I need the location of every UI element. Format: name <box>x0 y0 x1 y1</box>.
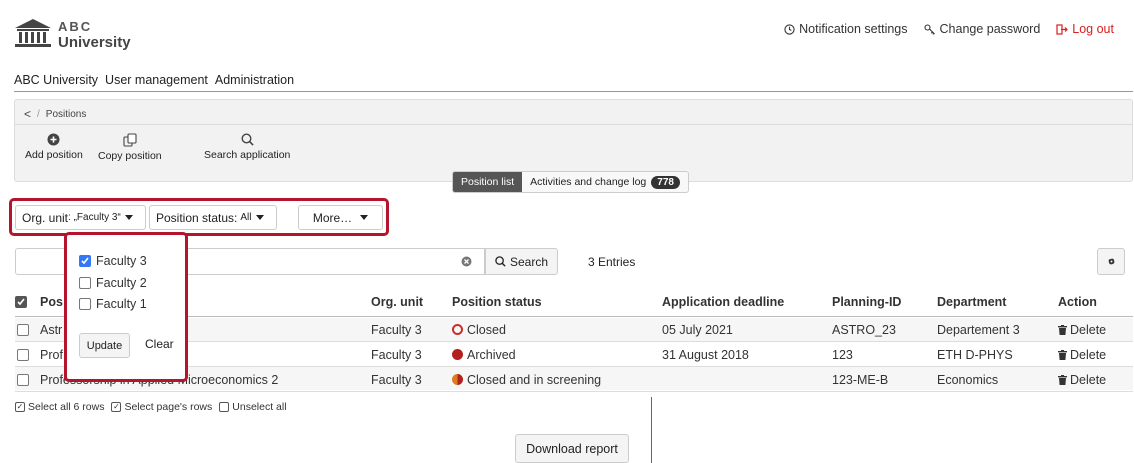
status-screening-icon <box>452 374 463 385</box>
checkbox-empty-icon <box>79 277 91 289</box>
activities-count-badge: 778 <box>651 175 680 189</box>
col-header-position[interactable]: Pos <box>40 295 63 309</box>
view-tabs: Position list Activities and change log … <box>452 171 689 193</box>
row-org-unit: Faculty 3 <box>371 323 422 337</box>
trash-icon <box>1058 375 1067 385</box>
nav-divider <box>14 91 1133 92</box>
gear-icon <box>1107 258 1115 265</box>
row-status: Archived <box>452 348 516 362</box>
row-department: Economics <box>937 373 999 387</box>
dropdown-option-faculty-1[interactable]: Faculty 1 <box>79 297 147 311</box>
key-icon <box>923 23 935 35</box>
top-links: Notification settings Change password Lo… <box>784 22 1114 36</box>
status-closed-icon <box>452 324 463 335</box>
change-password-link[interactable]: Change password <box>923 22 1040 36</box>
dropdown-option-faculty-3[interactable]: Faculty 3 <box>79 254 147 268</box>
status-archived-icon <box>452 349 463 360</box>
trash-icon <box>1058 350 1067 360</box>
tab-position-list[interactable]: Position list <box>453 172 523 192</box>
unselect-all-option[interactable]: Unselect all <box>219 401 287 413</box>
building-icon <box>15 19 51 47</box>
update-button[interactable]: Update <box>79 333 130 358</box>
vertical-guide-line <box>651 397 652 463</box>
plus-circle-icon <box>47 133 60 146</box>
search-icon <box>495 256 506 267</box>
col-header-department[interactable]: Department <box>937 295 1006 309</box>
clock-icon <box>784 23 795 35</box>
notification-settings-link[interactable]: Notification settings <box>784 22 908 36</box>
nav-abc-university[interactable]: ABC University <box>14 73 98 87</box>
download-report-button[interactable]: Download report <box>515 434 629 463</box>
row-planning-id: 123-ME-B <box>832 373 889 387</box>
select-page-rows-option[interactable]: ✓ Select page's rows <box>111 401 212 413</box>
col-header-status[interactable]: Position status <box>452 295 542 309</box>
row-org-unit: Faculty 3 <box>371 348 422 362</box>
delete-button[interactable]: Delete <box>1058 348 1106 362</box>
copy-position-button[interactable]: Copy position <box>98 133 162 162</box>
logo-line2: University <box>58 34 131 51</box>
row-deadline: 05 July 2021 <box>662 323 733 337</box>
university-logo: ABC University <box>14 12 154 58</box>
col-header-planning-id[interactable]: Planning-ID <box>832 295 901 309</box>
checked-box-icon: ✓ <box>111 402 122 412</box>
row-checkbox[interactable] <box>17 349 29 361</box>
nav-administration[interactable]: Administration <box>215 73 294 87</box>
action-panel <box>14 99 1133 182</box>
logout-link[interactable]: Log out <box>1056 22 1114 36</box>
search-button[interactable]: Search <box>485 248 558 275</box>
select-all-rows-option[interactable]: ✓ Select all 6 rows <box>15 401 104 413</box>
search-application-button[interactable]: Search application <box>204 133 290 161</box>
col-header-deadline[interactable]: Application deadline <box>662 295 784 309</box>
org-unit-dropdown: Faculty 3 Faculty 2 Faculty 1 Update Cle… <box>64 232 188 382</box>
breadcrumb-current: Positions <box>45 108 87 120</box>
clear-search-icon[interactable] <box>461 256 472 267</box>
row-department: Departement 3 <box>937 323 1020 337</box>
row-divider <box>15 391 1133 392</box>
row-checkbox[interactable] <box>17 374 29 386</box>
selection-controls: ✓ Select all 6 rows ✓ Select page's rows U… <box>15 401 287 413</box>
row-status: Closed and in screening <box>452 373 601 387</box>
row-status: Closed <box>452 323 506 337</box>
main-nav: ABC University User management Administr… <box>14 73 294 87</box>
breadcrumb-separator: / <box>37 108 40 120</box>
tab-activities-change-log[interactable]: Activities and change log 778 <box>522 172 688 192</box>
checkbox-empty-icon <box>79 298 91 310</box>
copy-icon <box>123 133 137 147</box>
table-settings-button[interactable] <box>1097 248 1125 275</box>
filter-highlight <box>9 198 389 236</box>
nav-user-management[interactable]: User management <box>105 73 208 87</box>
row-org-unit: Faculty 3 <box>371 373 422 387</box>
delete-button[interactable]: Delete <box>1058 323 1106 337</box>
logo-line1: ABC <box>58 19 93 34</box>
row-deadline: 31 August 2018 <box>662 348 749 362</box>
col-header-org-unit[interactable]: Org. unit <box>371 295 423 309</box>
back-chevron-icon[interactable]: < <box>24 107 31 121</box>
empty-box-icon <box>219 402 230 412</box>
row-planning-id: 123 <box>832 348 853 362</box>
trash-icon <box>1058 325 1067 335</box>
row-title[interactable]: Astr <box>40 323 62 337</box>
checked-box-icon: ✓ <box>15 402 25 412</box>
row-title[interactable]: Prof <box>40 348 63 362</box>
entries-count: 3 Entries <box>588 255 636 269</box>
breadcrumb-divider <box>15 124 1132 125</box>
row-department: ETH D-PHYS <box>937 348 1013 362</box>
check-icon <box>17 298 25 306</box>
checkbox-checked-icon <box>79 255 91 267</box>
dropdown-option-faculty-2[interactable]: Faculty 2 <box>79 276 147 290</box>
row-planning-id: ASTRO_23 <box>832 323 896 337</box>
magnifier-icon <box>241 133 254 146</box>
col-header-action: Action <box>1058 295 1097 309</box>
breadcrumb: < / Positions <box>24 107 86 121</box>
row-checkbox[interactable] <box>17 324 29 336</box>
add-position-button[interactable]: Add position <box>25 133 83 161</box>
clear-button[interactable]: Clear <box>145 337 174 351</box>
delete-button[interactable]: Delete <box>1058 373 1106 387</box>
logout-icon <box>1056 23 1069 35</box>
select-all-checkbox[interactable] <box>15 296 27 308</box>
